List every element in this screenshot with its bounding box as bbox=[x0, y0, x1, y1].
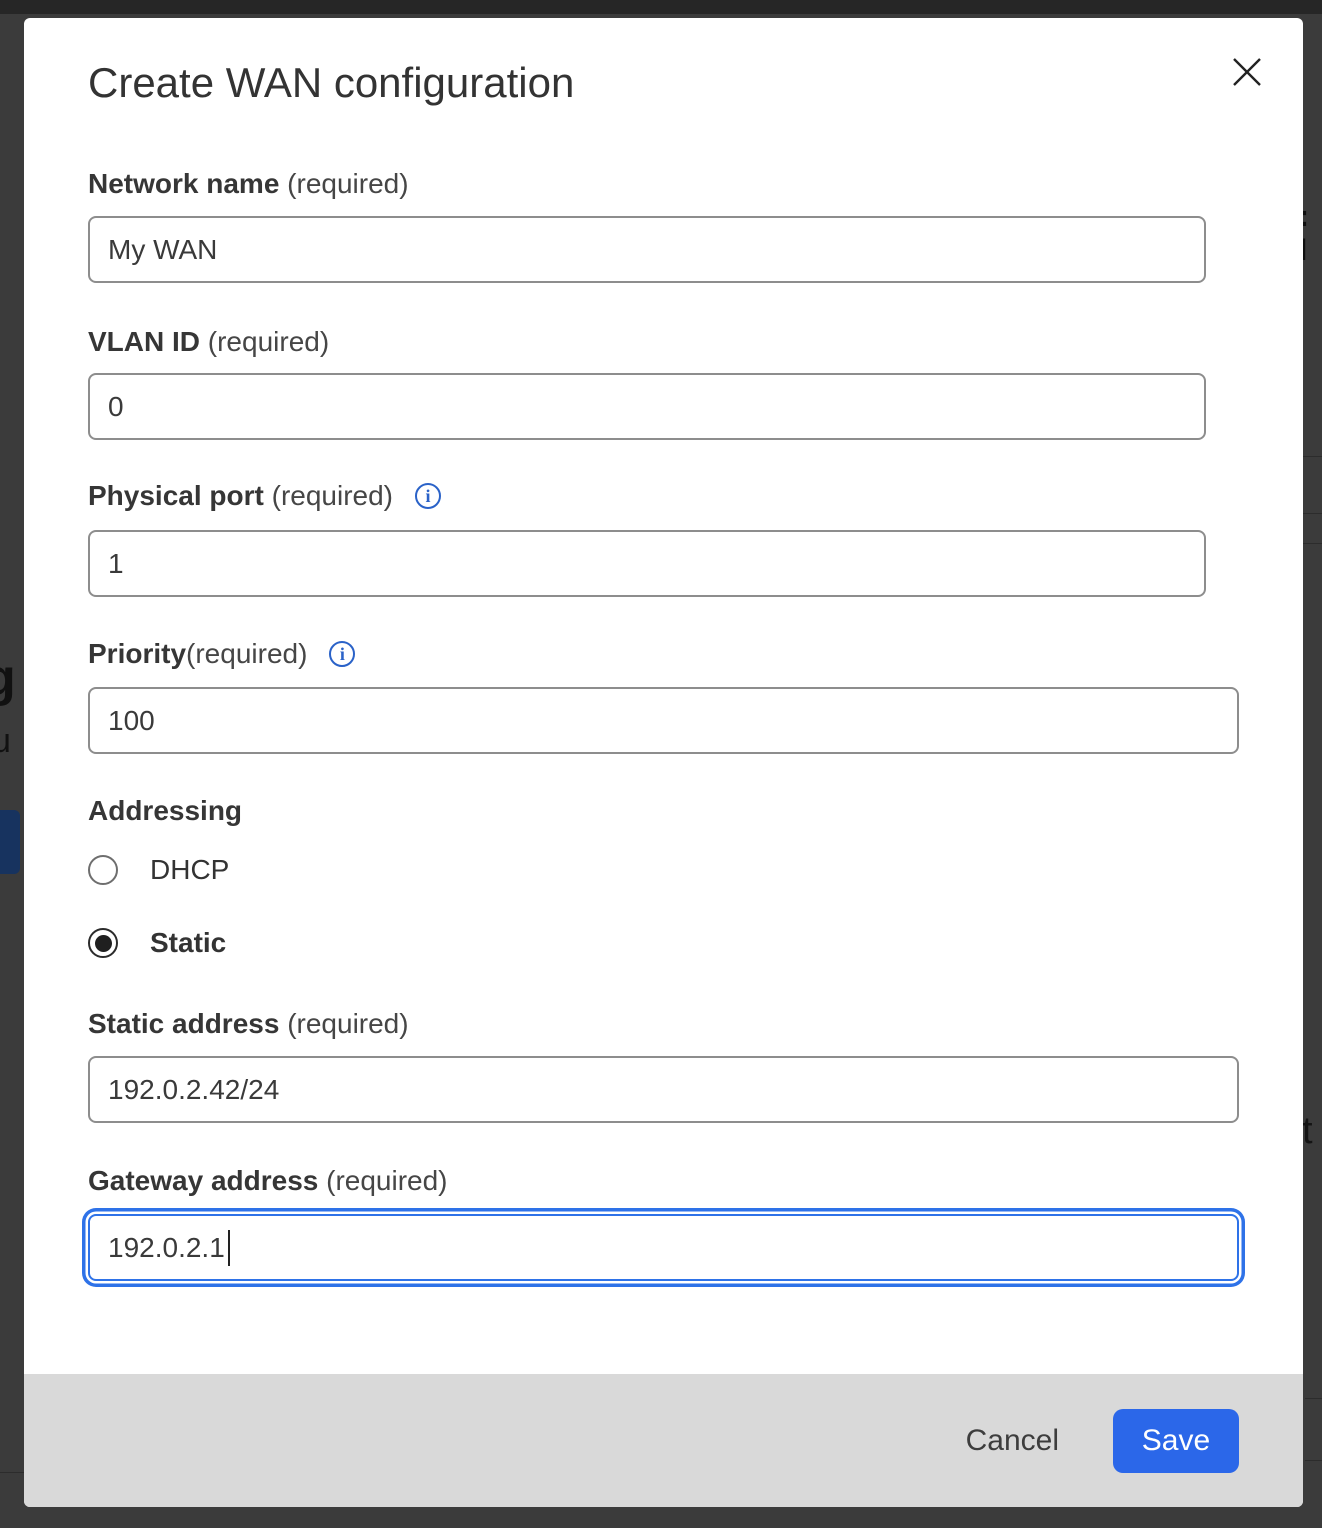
background-button-fragment bbox=[0, 810, 20, 874]
priority-label: Priority(required) i bbox=[88, 638, 355, 670]
dialog-title: Create WAN configuration bbox=[88, 58, 574, 108]
close-icon bbox=[1230, 55, 1264, 89]
physical-port-value: 1 bbox=[108, 548, 124, 580]
info-icon[interactable]: i bbox=[415, 483, 441, 509]
addressing-option-dhcp[interactable]: DHCP bbox=[88, 853, 229, 887]
gateway-address-input[interactable]: 192.0.2.1 bbox=[88, 1214, 1239, 1281]
gateway-address-label: Gateway address (required) bbox=[88, 1165, 448, 1197]
background-table-line bbox=[1305, 1460, 1322, 1461]
radio-selected-icon bbox=[88, 928, 118, 958]
vlan-id-input[interactable]: 0 bbox=[88, 373, 1206, 440]
static-address-label: Static address (required) bbox=[88, 1008, 409, 1040]
dialog-footer: Cancel Save bbox=[24, 1374, 1303, 1507]
physical-port-input[interactable]: 1 bbox=[88, 530, 1206, 597]
create-wan-configuration-dialog: Create WAN configuration Network name (r… bbox=[24, 18, 1303, 1507]
network-name-value: My WAN bbox=[108, 234, 217, 266]
addressing-heading: Addressing bbox=[88, 795, 242, 827]
static-address-value: 192.0.2.42/24 bbox=[108, 1074, 279, 1106]
static-radio-label: Static bbox=[150, 927, 226, 959]
background-text-fragment: g bbox=[0, 648, 16, 708]
vlan-id-label: VLAN ID (required) bbox=[88, 326, 329, 358]
background-table-line bbox=[0, 1472, 24, 1473]
dimmed-page-top-bar bbox=[0, 0, 1322, 14]
background-text-fragment: t bbox=[1302, 1110, 1313, 1153]
info-icon[interactable]: i bbox=[329, 641, 355, 667]
background-text-fragment: u bbox=[0, 722, 11, 761]
background-table-line bbox=[1303, 456, 1322, 457]
static-address-input[interactable]: 192.0.2.42/24 bbox=[88, 1056, 1239, 1123]
dhcp-radio-label: DHCP bbox=[150, 854, 229, 886]
network-name-label: Network name (required) bbox=[88, 168, 409, 200]
text-cursor bbox=[228, 1230, 230, 1266]
close-button[interactable] bbox=[1227, 52, 1267, 92]
network-name-input[interactable]: My WAN bbox=[88, 216, 1206, 283]
background-table-line bbox=[1303, 543, 1322, 544]
save-button[interactable]: Save bbox=[1113, 1409, 1239, 1473]
physical-port-label: Physical port (required) i bbox=[88, 480, 441, 512]
background-table-line bbox=[1303, 513, 1322, 514]
radio-unselected-icon bbox=[88, 855, 118, 885]
cancel-button[interactable]: Cancel bbox=[962, 1416, 1063, 1466]
priority-value: 100 bbox=[108, 705, 155, 737]
vlan-id-value: 0 bbox=[108, 391, 124, 423]
gateway-address-value: 192.0.2.1 bbox=[108, 1232, 225, 1264]
addressing-option-static[interactable]: Static bbox=[88, 926, 226, 960]
background-table-line bbox=[1305, 1398, 1322, 1399]
priority-input[interactable]: 100 bbox=[88, 687, 1239, 754]
